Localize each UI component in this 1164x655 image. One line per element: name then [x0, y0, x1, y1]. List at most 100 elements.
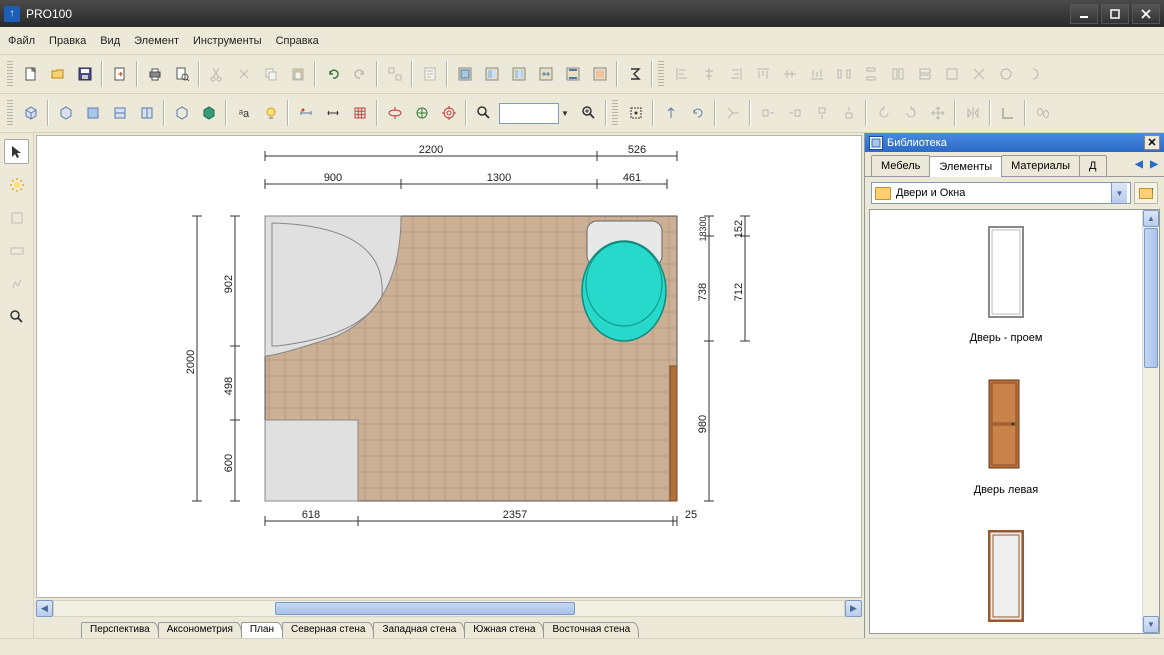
library-item[interactable]: Дверь левая	[974, 374, 1039, 496]
report-button[interactable]	[417, 62, 442, 87]
tab-scroll-right-button[interactable]: ▶	[1147, 157, 1161, 171]
library-up-button[interactable]	[1134, 182, 1158, 204]
select-area-button[interactable]	[623, 101, 648, 126]
scroll-thumb[interactable]	[1144, 228, 1158, 368]
align-f-button[interactable]	[1020, 62, 1045, 87]
zoom-dropdown-icon[interactable]: ▼	[561, 109, 575, 118]
align-top-button[interactable]	[750, 62, 775, 87]
distribute-h-button[interactable]	[831, 62, 856, 87]
chain-button[interactable]	[1030, 101, 1055, 126]
menu-item-help[interactable]: Справка	[276, 35, 319, 47]
scissors-button[interactable]	[231, 62, 256, 87]
dimension-button[interactable]	[320, 101, 345, 126]
import-button[interactable]	[107, 62, 132, 87]
tab-west-wall[interactable]: Западная стена	[373, 622, 465, 638]
menu-item-tools[interactable]: Инструменты	[193, 35, 262, 47]
tab-perspective[interactable]: Перспектива	[81, 622, 159, 638]
print-button[interactable]	[142, 62, 167, 87]
menu-item-edit[interactable]: Правка	[49, 35, 86, 47]
menu-item-view[interactable]: Вид	[100, 35, 120, 47]
zoom-fit-button[interactable]	[576, 101, 601, 126]
measure-button[interactable]	[293, 101, 318, 126]
mode3-button[interactable]	[506, 62, 531, 87]
lib-tab-more[interactable]: Д	[1079, 155, 1106, 176]
move-arrows-button[interactable]	[925, 101, 950, 126]
menu-item-element[interactable]: Элемент	[134, 35, 179, 47]
tab-plan[interactable]: План	[241, 622, 283, 638]
distribute-v-button[interactable]	[858, 62, 883, 87]
snap-object-button[interactable]	[409, 101, 434, 126]
group-button[interactable]	[382, 62, 407, 87]
align-right-button[interactable]	[723, 62, 748, 87]
rotate-button[interactable]	[685, 101, 710, 126]
new-file-button[interactable]	[18, 62, 43, 87]
mode1-button[interactable]	[452, 62, 477, 87]
view-back-button[interactable]	[169, 101, 194, 126]
mode5-button[interactable]	[560, 62, 585, 87]
align-b-button[interactable]	[912, 62, 937, 87]
r-align-button[interactable]	[782, 101, 807, 126]
view-3d-1-button[interactable]	[18, 101, 43, 126]
horizontal-scrollbar[interactable]: ◀ ▶	[36, 600, 862, 617]
align-c-button[interactable]	[939, 62, 964, 87]
b-align-button[interactable]	[836, 101, 861, 126]
align-center-v-button[interactable]	[777, 62, 802, 87]
align-center-h-button[interactable]	[696, 62, 721, 87]
align-d-button[interactable]	[966, 62, 991, 87]
view-shaded-button[interactable]	[196, 101, 221, 126]
scroll-right-button[interactable]: ▶	[845, 600, 862, 617]
mode2-button[interactable]	[479, 62, 504, 87]
scroll-up-button[interactable]: ▲	[1143, 210, 1159, 227]
tab-south-wall[interactable]: Южная стена	[464, 622, 544, 638]
maximize-button[interactable]	[1101, 4, 1129, 24]
scroll-track[interactable]	[53, 600, 845, 617]
corner-button[interactable]	[995, 101, 1020, 126]
library-item[interactable]: Дверь - проем	[970, 222, 1043, 344]
t-arrow-button[interactable]	[720, 101, 745, 126]
dropdown-icon[interactable]: ▼	[1111, 183, 1127, 203]
align-e-button[interactable]	[993, 62, 1018, 87]
align-a-button[interactable]	[885, 62, 910, 87]
library-folder-select[interactable]: Двери и Окна ▼	[871, 182, 1131, 204]
drawing-canvas[interactable]: 2200 526 900 1300 461	[36, 135, 862, 598]
view-3d-2-button[interactable]	[53, 101, 78, 126]
zoom-input[interactable]	[499, 103, 559, 124]
lib-tab-furniture[interactable]: Мебель	[871, 155, 930, 176]
light-button[interactable]	[258, 101, 283, 126]
print-preview-button[interactable]	[169, 62, 194, 87]
redo-button[interactable]	[347, 62, 372, 87]
cut-button[interactable]	[204, 62, 229, 87]
t-align-button[interactable]	[809, 101, 834, 126]
rot-left-button[interactable]	[871, 101, 896, 126]
view-top-button[interactable]	[80, 101, 105, 126]
zoom-button[interactable]	[471, 101, 496, 126]
library-close-button[interactable]: ✕	[1144, 135, 1160, 150]
view-front-button[interactable]	[107, 101, 132, 126]
measure-tool-button[interactable]	[4, 304, 29, 329]
lib-tab-materials[interactable]: Материалы	[1001, 155, 1080, 176]
path-tool-button[interactable]	[4, 271, 29, 296]
open-file-button[interactable]	[45, 62, 70, 87]
align-bottom-button[interactable]	[804, 62, 829, 87]
lib-tab-elements[interactable]: Элементы	[929, 156, 1002, 177]
box-tool-button[interactable]	[4, 205, 29, 230]
undo-button[interactable]	[320, 62, 345, 87]
paste-button[interactable]	[285, 62, 310, 87]
mode4-button[interactable]	[533, 62, 558, 87]
text-aa-button[interactable]: ᵃa	[231, 101, 256, 126]
mirror-button[interactable]	[960, 101, 985, 126]
minimize-button[interactable]	[1070, 4, 1098, 24]
view-side-button[interactable]	[134, 101, 159, 126]
library-item[interactable]	[976, 526, 1036, 633]
tab-axonometry[interactable]: Аксонометрия	[158, 622, 242, 638]
snap-grid-button[interactable]	[382, 101, 407, 126]
tab-north-wall[interactable]: Северная стена	[282, 622, 375, 638]
align-left-button[interactable]	[669, 62, 694, 87]
scroll-down-button[interactable]: ▼	[1143, 616, 1159, 633]
sum-button[interactable]	[622, 62, 647, 87]
rect-tool-button[interactable]	[4, 238, 29, 263]
copy-button[interactable]	[258, 62, 283, 87]
l-align-button[interactable]	[755, 101, 780, 126]
move-up-button[interactable]	[658, 101, 683, 126]
tab-scroll-left-button[interactable]: ◀	[1132, 157, 1146, 171]
